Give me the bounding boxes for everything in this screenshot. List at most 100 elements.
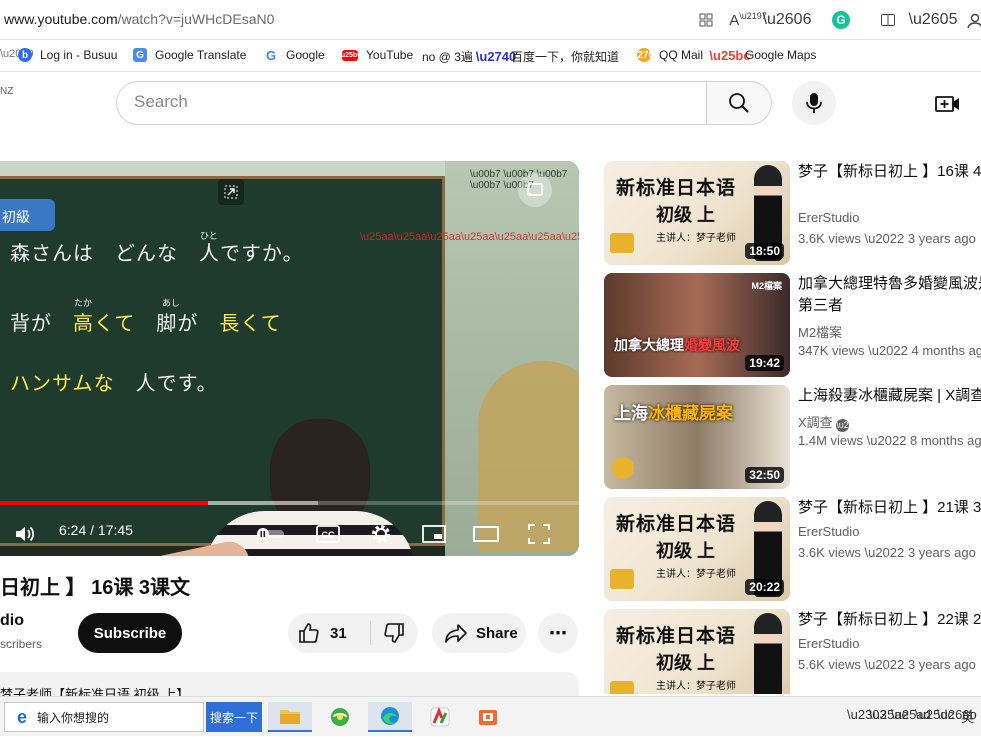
- ie-browser-icon: e: [16, 706, 27, 727]
- bookmark-busuu[interactable]: b Log in - Busuu: [18, 48, 117, 62]
- video-thumbnail[interactable]: 新标准日本语 初级 上 主讲人：梦子老师 20:22: [604, 497, 790, 601]
- bookmark-label: Log in - Busuu: [40, 48, 118, 62]
- read-aloud-icon[interactable]: A\u2197: [729, 8, 767, 32]
- thumbs-down-icon: [384, 623, 404, 643]
- share-icon: [445, 624, 467, 643]
- thumbnail-seal: [610, 569, 634, 589]
- theater-mode-button[interactable]: [469, 517, 503, 551]
- bookmark-google-translate[interactable]: G Google Translate: [133, 48, 246, 62]
- upload-age: 4 months ago: [911, 343, 981, 358]
- video-player[interactable]: \u00b7 \u00b7 \u00b7 \u00b7 \u00b7 初級 \u…: [0, 161, 579, 556]
- create-video-button[interactable]: [930, 91, 966, 117]
- busuu-icon: b: [18, 48, 32, 62]
- bookmark-label: Google: [286, 48, 325, 62]
- cast-button[interactable]: [518, 173, 552, 207]
- video-thumbnail[interactable]: 新标准日本语 初级 上 主讲人：梦子老师: [604, 609, 790, 694]
- exit-miniplayer-button[interactable]: [218, 179, 244, 205]
- voice-search-button[interactable]: [792, 81, 836, 125]
- settings-button[interactable]: [364, 517, 398, 551]
- bookmarks-bar: \u2039 b Log in - Busuu G Google Translate…: [0, 40, 981, 72]
- file-explorer-icon[interactable]: [268, 702, 312, 732]
- bookmark-baidu[interactable]: \u2740 百度一下，你就知道: [476, 48, 620, 65]
- recommendation-channel[interactable]: ErerStudio: [798, 210, 859, 225]
- taskbar-search-field[interactable]: e 输入你想搜的: [4, 702, 204, 732]
- recommendation-item[interactable]: 新标准日本语 初级 上 主讲人：梦子老师 梦子【新标日初上 】22课 2 Ere…: [604, 609, 981, 694]
- channel-logo-icon: [612, 457, 634, 479]
- split-screen-icon[interactable]: [876, 8, 900, 32]
- input-method-indicator[interactable]: 英: [961, 707, 974, 726]
- subtitles-button[interactable]: CC: [311, 517, 345, 551]
- recommendation-item[interactable]: M2檔案 加拿大總理婚變風波 19:42 加拿大總理特魯多婚變風波是第三者 M2…: [604, 273, 981, 377]
- subscribe-button[interactable]: Subscribe: [78, 613, 182, 653]
- edge-icon[interactable]: [368, 702, 412, 732]
- bookmark-no-3[interactable]: no @ 3遍: [422, 48, 473, 65]
- theater-mode-icon: [473, 526, 499, 542]
- grammarly-icon[interactable]: G: [829, 8, 853, 32]
- verified-badge-icon: \u2713: [836, 419, 864, 432]
- player-controls: 6:24 / 17:45 CC: [0, 511, 579, 556]
- recommendation-title[interactable]: 加拿大總理特魯多婚變風波是第三者: [798, 273, 981, 317]
- search-button[interactable]: [706, 81, 772, 125]
- browser-360-icon[interactable]: [318, 702, 362, 732]
- recommendation-channel[interactable]: ErerStudio: [798, 524, 859, 539]
- recommendation-channel[interactable]: M2檔案: [798, 322, 842, 341]
- thumbnail-text: 初级 上: [656, 653, 716, 673]
- progress-played: [0, 501, 209, 505]
- microphone-icon: [806, 93, 822, 113]
- windows-taskbar: e 输入你想搜的 搜索一下 \u2303 \u25ae \u25ad \u25d…: [0, 696, 981, 736]
- bookmark-youtube[interactable]: \u25b6 YouTube: [339, 48, 413, 62]
- video-duration: 20:22: [745, 579, 784, 595]
- upload-age: 3 years ago: [907, 657, 976, 672]
- recommendation-title[interactable]: 梦子【新标日初上 】21课 3: [798, 497, 981, 519]
- video-thumbnail[interactable]: M2檔案 加拿大總理婚變風波 19:42: [604, 273, 790, 377]
- recommendation-channel[interactable]: ErerStudio: [798, 636, 859, 651]
- app-available-icon[interactable]: [694, 8, 718, 32]
- thumbnail-text-white: 加拿大總理: [614, 337, 684, 353]
- thumbnail-text-red: 婚變風波: [684, 337, 740, 353]
- recommendation-meta: 3.6K views \u2022 3 years ago: [798, 231, 976, 246]
- channel-name[interactable]: dio: [0, 612, 24, 630]
- like-button[interactable]: 31: [288, 613, 370, 653]
- recommendation-item[interactable]: 上海冰櫃藏屍案 32:50 上海殺妻冰櫃藏屍案 | X調查 X調查 \u2713…: [604, 385, 981, 489]
- bookmark-label: 百度一下，你就知道: [511, 50, 620, 64]
- miniplayer-expand-icon: [224, 185, 238, 199]
- taskbar-search-button[interactable]: 搜索一下: [206, 702, 262, 732]
- recommendation-title[interactable]: 上海殺妻冰櫃藏屍案 | X調查: [798, 385, 981, 407]
- search-box[interactable]: [116, 81, 706, 125]
- thumbnail-text-white: 上海: [614, 404, 648, 423]
- recommendation-item[interactable]: 新标准日本语 初级 上 主讲人：梦子老师 18:50 梦子【新标日初上 】16课…: [604, 161, 981, 265]
- thumbnail-text: 初级 上: [656, 541, 716, 561]
- board-lesson-tag: 初級: [0, 199, 55, 231]
- search-input[interactable]: [134, 92, 674, 112]
- thumbnail-text: 新标准日本语: [616, 514, 737, 535]
- more-actions-button[interactable]: ⋯: [538, 613, 578, 653]
- video-thumbnail[interactable]: 上海冰櫃藏屍案 32:50: [604, 385, 790, 489]
- miniplayer-button[interactable]: [417, 517, 451, 551]
- recommendation-item[interactable]: 新标准日本语 初级 上 主讲人：梦子老师 20:22 梦子【新标日初上 】21课…: [604, 497, 981, 601]
- dislike-button[interactable]: [374, 613, 414, 653]
- app-orange-icon[interactable]: [466, 702, 510, 732]
- volume-button[interactable]: [8, 517, 42, 551]
- favorites-icon[interactable]: \u2605: [909, 8, 958, 32]
- recommendation-title[interactable]: 梦子【新标日初上 】16课 4题: [798, 161, 981, 205]
- recommendation-channel[interactable]: X調查 \u2713: [798, 412, 864, 432]
- autoplay-toggle-icon: [257, 528, 284, 540]
- app-red-green-icon[interactable]: [418, 702, 462, 732]
- url-field[interactable]: www.youtube.com/watch?v=juWHcDEsaN0: [4, 11, 274, 27]
- autoplay-toggle[interactable]: [254, 517, 288, 551]
- board-line-2: 背が 高くて 脚が 長くて: [10, 307, 282, 336]
- video-thumbnail[interactable]: 新标准日本语 初级 上 主讲人：梦子老师 18:50: [604, 161, 790, 265]
- board-text-highlight: 高くて: [73, 313, 157, 335]
- share-button[interactable]: Share: [432, 613, 526, 653]
- bookmark-qq-mail[interactable]: \u2709 QQ Mail: [628, 48, 703, 62]
- fullscreen-button[interactable]: [522, 517, 556, 551]
- recommendation-title[interactable]: 梦子【新标日初上 】22课 2: [798, 609, 981, 631]
- profile-icon[interactable]: [963, 8, 981, 32]
- youtube-header: NZ: [0, 72, 981, 132]
- bookmark-google[interactable]: G Google: [264, 48, 325, 63]
- bookmark-label: no @ 3遍: [422, 50, 473, 64]
- progress-bar[interactable]: [0, 501, 579, 505]
- bookmark-label: Google Maps: [745, 48, 817, 62]
- bookmark-google-maps[interactable]: \u25bc Google Maps: [709, 48, 817, 63]
- favorite-star-icon[interactable]: \u2606: [763, 8, 812, 32]
